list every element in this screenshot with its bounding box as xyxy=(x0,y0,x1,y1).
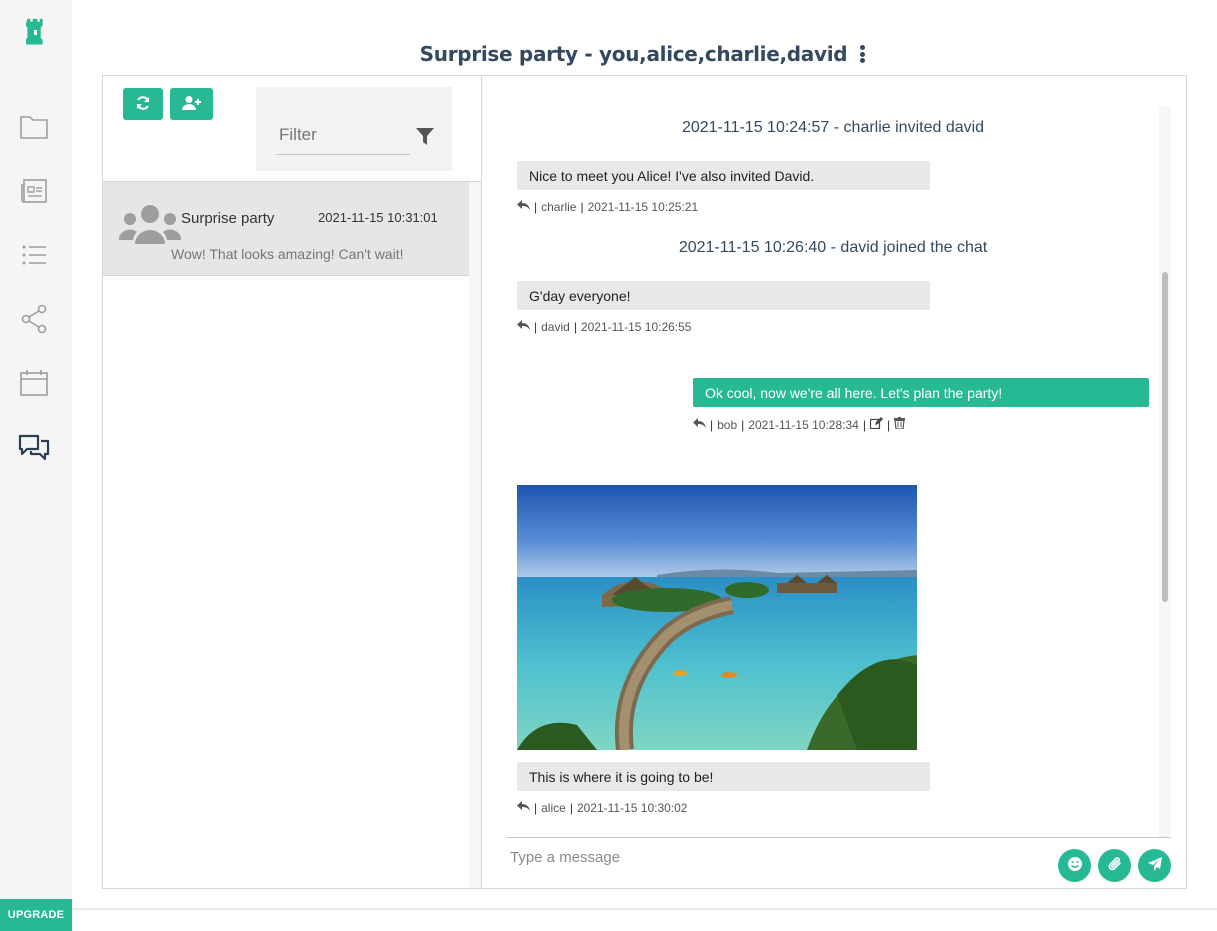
reply-icon[interactable] xyxy=(693,417,706,432)
more-options-icon[interactable] xyxy=(855,43,869,65)
message-bubble: G'day everyone! xyxy=(517,281,930,310)
meta-separator: | xyxy=(710,417,714,432)
message-time: 2021-11-15 10:28:34 xyxy=(748,417,859,432)
reply-icon[interactable] xyxy=(517,801,530,815)
nav-share[interactable] xyxy=(16,303,52,339)
chat-header: Surprise party - you,alice,charlie,david xyxy=(72,36,1217,72)
message-author: bob xyxy=(717,417,738,432)
calendar-icon xyxy=(19,369,49,402)
filter-icon[interactable] xyxy=(416,128,434,151)
composer-divider xyxy=(507,837,1171,838)
chat-panel: Surprise party 2021-11-15 10:31:01 Wow! … xyxy=(102,75,1187,889)
reply-icon[interactable] xyxy=(517,200,530,214)
message-author: charlie xyxy=(541,200,577,214)
message-bubble: This is where it is going to be! xyxy=(517,762,930,791)
meta-separator: | xyxy=(580,200,584,214)
folder-icon xyxy=(19,114,49,145)
page-title: Surprise party - you,alice,charlie,david xyxy=(419,42,848,66)
nav-chat[interactable] xyxy=(16,431,52,467)
refresh-button[interactable] xyxy=(123,88,163,120)
newspaper-icon xyxy=(20,177,48,210)
meta-separator: | xyxy=(862,417,866,432)
sidebar: UPGRADE xyxy=(0,0,72,931)
edit-icon[interactable] xyxy=(869,417,883,432)
message-meta: | charlie | 2021-11-15 10:25:21 xyxy=(517,200,698,214)
filter-input[interactable] xyxy=(276,115,410,155)
beach-photo[interactable] xyxy=(517,485,917,750)
list-icon xyxy=(20,243,48,272)
meta-separator: | xyxy=(534,801,538,815)
messages-scrollbar-thumb[interactable] xyxy=(1162,272,1168,602)
message-meta: | bob | 2021-11-15 10:28:34 | | xyxy=(693,417,906,432)
reply-icon[interactable] xyxy=(517,320,530,334)
smile-icon xyxy=(1067,856,1083,875)
filter-container xyxy=(256,87,452,171)
message-meta: | david | 2021-11-15 10:26:55 xyxy=(517,320,691,334)
message-author: david xyxy=(541,320,570,334)
meta-separator: | xyxy=(534,200,538,214)
add-user-icon xyxy=(181,95,202,114)
send-icon xyxy=(1147,856,1163,875)
nav-calendar[interactable] xyxy=(16,367,52,403)
tower-logo[interactable] xyxy=(25,17,46,47)
message-meta: | alice | 2021-11-15 10:30:02 xyxy=(517,801,687,815)
share-icon xyxy=(20,304,48,339)
chat-icon xyxy=(18,433,50,466)
message-author: alice xyxy=(541,801,566,815)
footer-shadow xyxy=(72,908,1217,911)
nav-news[interactable] xyxy=(16,175,52,211)
group-avatar-icon xyxy=(119,202,181,251)
message-input[interactable] xyxy=(507,842,1047,872)
upgrade-button[interactable]: UPGRADE xyxy=(0,899,72,931)
send-button[interactable] xyxy=(1138,849,1171,882)
chat-item-name: Surprise party xyxy=(181,210,275,227)
meta-separator: | xyxy=(886,417,891,432)
own-message-bubble: Ok cool, now we're all here. Let's plan … xyxy=(693,378,1149,407)
meta-separator: | xyxy=(569,801,573,815)
paperclip-icon xyxy=(1107,856,1123,875)
message-time: 2021-11-15 10:25:21 xyxy=(587,200,699,214)
chat-item-preview: Wow! That looks amazing! Can't wait! xyxy=(171,246,404,262)
nav-files[interactable] xyxy=(16,111,52,147)
chat-list-scrollbar[interactable] xyxy=(469,182,481,888)
system-event: 2021-11-15 10:24:57 - charlie invited da… xyxy=(681,119,985,136)
emoji-button[interactable] xyxy=(1058,849,1091,882)
chat-list-item[interactable]: Surprise party 2021-11-15 10:31:01 Wow! … xyxy=(103,182,469,276)
delete-icon[interactable] xyxy=(894,417,906,432)
chat-list-pane: Surprise party 2021-11-15 10:31:01 Wow! … xyxy=(103,76,482,888)
message-time: 2021-11-15 10:26:55 xyxy=(580,320,692,334)
meta-separator: | xyxy=(573,320,577,334)
system-event: 2021-11-15 10:26:40 - david joined the c… xyxy=(678,239,988,256)
meta-separator: | xyxy=(534,320,538,334)
add-user-button[interactable] xyxy=(170,88,213,120)
meta-separator: | xyxy=(741,417,745,432)
refresh-icon xyxy=(135,95,151,114)
nav-list[interactable] xyxy=(16,239,52,275)
attach-button[interactable] xyxy=(1098,849,1131,882)
message-time: 2021-11-15 10:30:02 xyxy=(576,801,688,815)
message-bubble: Nice to meet you Alice! I've also invite… xyxy=(517,161,930,190)
chat-item-time: 2021-11-15 10:31:01 xyxy=(318,210,438,225)
